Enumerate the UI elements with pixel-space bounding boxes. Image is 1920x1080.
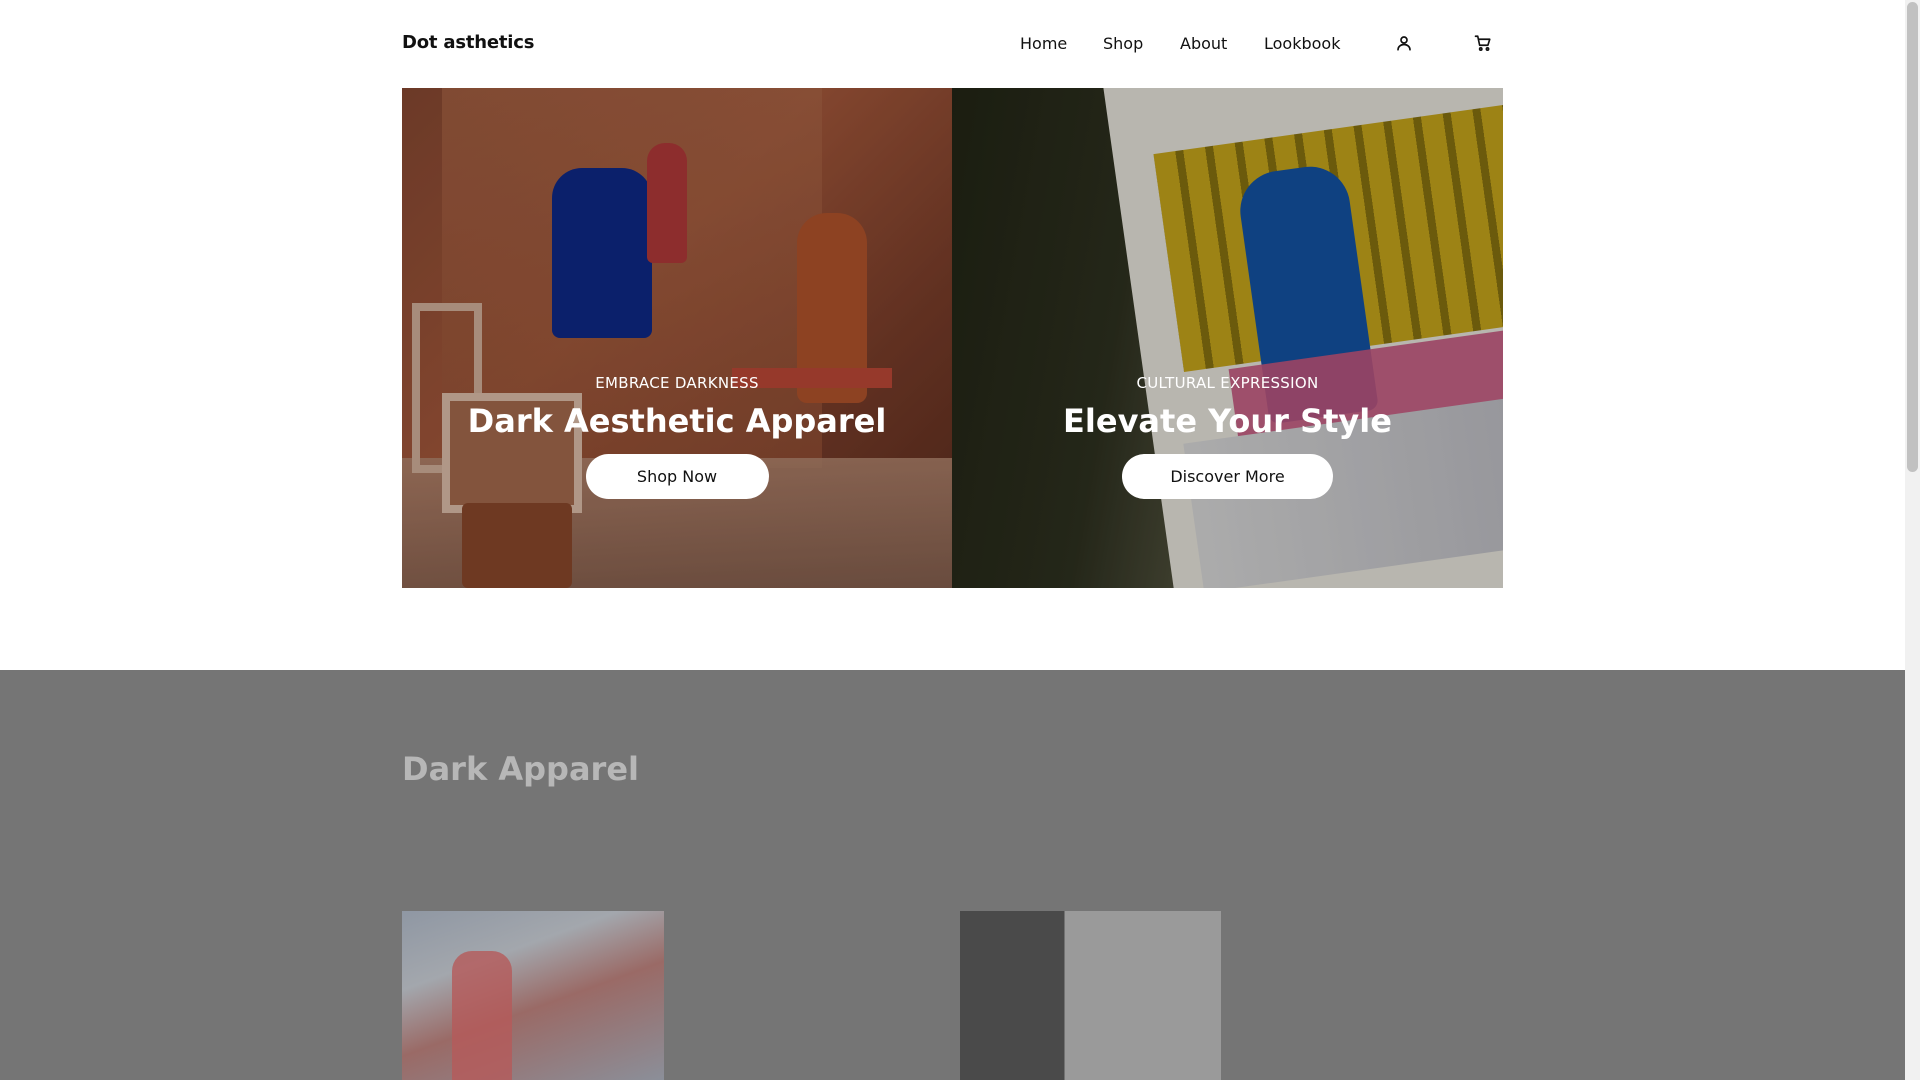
hero-overlay bbox=[402, 88, 952, 588]
hero-left-headline: Dark Aesthetic Apparel bbox=[467, 402, 887, 440]
discover-more-button[interactable]: Discover More bbox=[1122, 454, 1333, 499]
nav-about[interactable]: About bbox=[1180, 34, 1227, 53]
main-nav: Home Shop About Lookbook bbox=[0, 34, 1905, 54]
site-header: Dot asthetics Home Shop About Lookbook bbox=[0, 0, 1905, 88]
hero-left-content: EMBRACE DARKNESS Dark Aesthetic Apparel … bbox=[402, 374, 952, 499]
scrollbar-thumb[interactable] bbox=[1907, 2, 1918, 472]
hero-right-content: CULTURAL EXPRESSION Elevate Your Style D… bbox=[952, 374, 1503, 499]
hero-right-headline: Elevate Your Style bbox=[1063, 402, 1392, 440]
cart-button[interactable] bbox=[1471, 31, 1495, 55]
nav-shop[interactable]: Shop bbox=[1103, 34, 1143, 53]
hero-panel-left: EMBRACE DARKNESS Dark Aesthetic Apparel … bbox=[402, 88, 952, 588]
nav-home[interactable]: Home bbox=[1020, 34, 1067, 53]
hero-panel-right: CULTURAL EXPRESSION Elevate Your Style D… bbox=[952, 88, 1503, 588]
cart-icon bbox=[1474, 35, 1491, 51]
shop-now-button[interactable]: Shop Now bbox=[585, 454, 769, 499]
dark-apparel-section: Dark Apparel bbox=[0, 670, 1905, 1080]
product-image[interactable] bbox=[960, 911, 1221, 1080]
product-image[interactable] bbox=[402, 911, 664, 1080]
section-title: Dark Apparel bbox=[402, 750, 639, 788]
product-figure-shape bbox=[452, 951, 512, 1080]
user-icon bbox=[1397, 36, 1411, 51]
hero-overlay bbox=[952, 88, 1503, 588]
hero-banner: EMBRACE DARKNESS Dark Aesthetic Apparel … bbox=[402, 88, 1503, 588]
account-button[interactable] bbox=[1392, 31, 1416, 55]
hero-right-eyebrow: CULTURAL EXPRESSION bbox=[1136, 374, 1319, 392]
nav-lookbook[interactable]: Lookbook bbox=[1264, 34, 1340, 53]
hero-left-eyebrow: EMBRACE DARKNESS bbox=[595, 374, 759, 392]
